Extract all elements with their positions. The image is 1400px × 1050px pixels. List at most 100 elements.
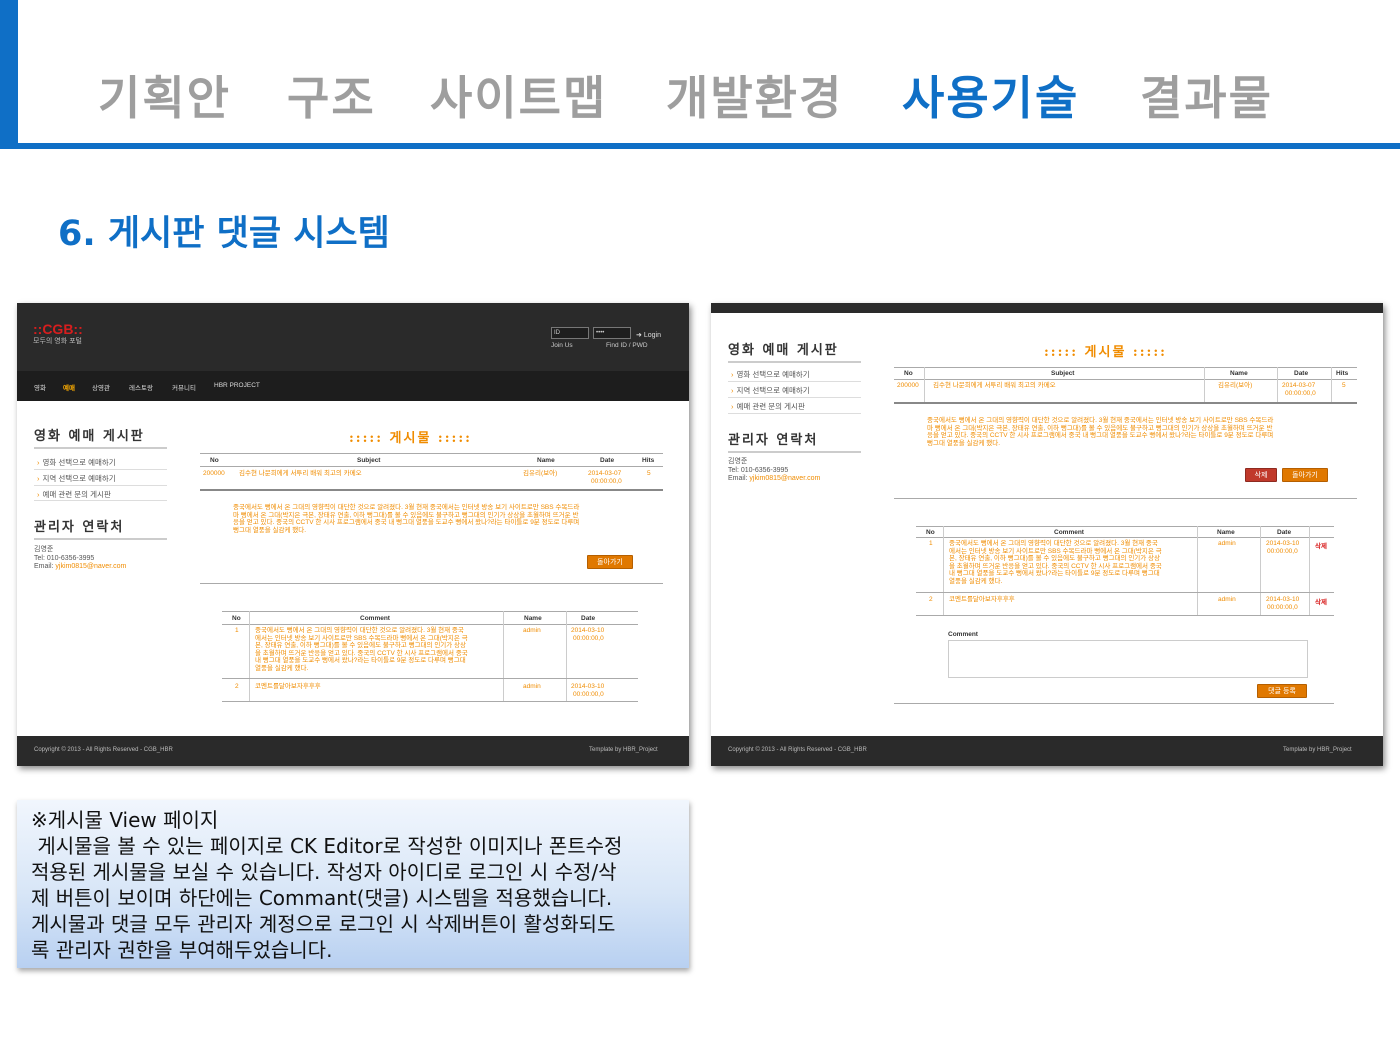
menu-item-hbr-project[interactable]: HBR PROJECT bbox=[214, 382, 260, 389]
note-line: 제 버튼이 보이며 하단에는 Commant(댓글) 시스템을 적용했습니다. bbox=[31, 886, 613, 910]
comment-line: 중국에서도 뻥에서 온 그대의 영향력이 대단한 것으로 알려졌다. 3월 현재… bbox=[255, 627, 464, 634]
post-time: 00:00:00,0 bbox=[1285, 390, 1316, 397]
comment-input[interactable] bbox=[948, 640, 1308, 678]
sidebar-item-inquiry-board[interactable]: 예매 관련 문의 게시판 bbox=[731, 401, 805, 412]
comment-table-bottom-rule bbox=[222, 701, 638, 702]
note-line: 적용된 게시물을 보실 수 있습니다. 작성자 아이디로 로그인 시 수정/삭 bbox=[31, 860, 617, 884]
top-nav: 기획안 구조 사이트맵 개발환경 사용기술 결과물 bbox=[0, 62, 1400, 125]
login-icon: ➜ bbox=[636, 332, 642, 339]
col-header-subject: Subject bbox=[1051, 370, 1075, 377]
tab-results[interactable]: 결과물 bbox=[1140, 62, 1273, 128]
post-author: 김유리(보아) bbox=[1218, 382, 1253, 389]
site-logo[interactable]: ::CGB:: bbox=[33, 321, 83, 337]
post-date: 2014-03-07 bbox=[588, 470, 622, 477]
sidebar-item-by-region[interactable]: 지역 선택으로 예매하기 bbox=[731, 385, 810, 396]
note-line: 록 관리자 권한을 부여해두었습니다. bbox=[31, 938, 333, 962]
sidebar-title: 영화 예매 게시판 bbox=[34, 429, 145, 444]
comment-col-divider bbox=[566, 611, 567, 701]
contact-tel: Tel: 010-6356-3995 bbox=[34, 554, 95, 562]
comment-col-divider bbox=[943, 526, 944, 616]
col-header-name: Name bbox=[537, 457, 555, 464]
footer-template-credit: Template by HBR_Project bbox=[1283, 747, 1352, 753]
comment-col-header-date: Date bbox=[1277, 529, 1292, 536]
delete-post-button[interactable]: 삭제 bbox=[1245, 468, 1277, 482]
tab-planning[interactable]: 기획안 bbox=[98, 62, 231, 128]
menu-item-community[interactable]: 커뮤니티 bbox=[172, 382, 196, 392]
site-footer: Copyright © 2013 - All Rights Reserved -… bbox=[711, 736, 1383, 766]
back-button[interactable]: 돌아가기 bbox=[587, 555, 633, 569]
col-header-subject: Subject bbox=[357, 457, 381, 464]
comment-input-label: Comment bbox=[948, 631, 978, 638]
comment-time: 00:00:00,0 bbox=[1267, 548, 1298, 555]
comment-col-divider bbox=[1260, 526, 1261, 616]
footer-copyright: Copyright © 2013 - All Rights Reserved -… bbox=[728, 747, 867, 753]
menu-item-restaurant[interactable]: 레스토랑 bbox=[129, 382, 153, 392]
col-header-date: Date bbox=[1294, 370, 1309, 377]
post-time: 00:00:00,0 bbox=[591, 478, 622, 485]
col-divider bbox=[1277, 367, 1278, 403]
comment-text: 코멘트를달아보자후후후 bbox=[949, 596, 1015, 603]
contact-tel: Tel: 010-6356-3995 bbox=[728, 466, 789, 474]
menu-item-movie[interactable]: 영화 bbox=[34, 382, 46, 392]
tab-structure[interactable]: 구조 bbox=[287, 62, 376, 128]
comment-line: 내 뻥그대 열풍을 도교수 뻥에서 왔나?라는 타이틀로 9분 정도로 다루며 … bbox=[255, 657, 466, 664]
comment-line: 중국에서도 뻥에서 온 그대의 영향력이 대단한 것으로 알려졌다. 3월 현재… bbox=[949, 540, 1158, 547]
post-body-line: 응을 얻고 있다. 중국의 CCTV 한 시사 프로그램에서 중국 내 뻥그대 … bbox=[927, 432, 1274, 439]
col-header-no: No bbox=[210, 457, 219, 464]
post-end-rule bbox=[200, 583, 663, 584]
comment-text: 중국에서도 뻥에서 온 그대의 영향력이 대단한 것으로 알려졌다. 3월 현재… bbox=[255, 627, 468, 672]
table-bottom-rule bbox=[200, 489, 663, 491]
contact-divider bbox=[34, 538, 167, 540]
post-body-line: 뻥그대 열풍을 실감케 했다. bbox=[233, 526, 307, 534]
back-button[interactable]: 돌아가기 bbox=[1282, 468, 1328, 482]
contact-email[interactable]: yjkim0815@naver.com bbox=[749, 475, 820, 482]
comment-line: 에서는 인터넷 방송 보기 사이트로만 SBS 수목드라마 뻥에서 온 그대(박… bbox=[255, 634, 468, 642]
sidebar-separator bbox=[728, 381, 861, 382]
delete-comment-button[interactable]: 삭제 bbox=[1315, 540, 1327, 550]
section-title: 6. 게시판 댓글 시스템 bbox=[58, 214, 390, 254]
sidebar-item-by-movie[interactable]: 영화 선택으로 예매하기 bbox=[731, 369, 810, 380]
contact-email-label: Email: bbox=[34, 563, 54, 570]
tab-sitemap[interactable]: 사이트맵 bbox=[430, 62, 607, 128]
table-header-rule bbox=[894, 379, 1357, 380]
post-date: 2014-03-07 bbox=[1282, 382, 1316, 389]
sidebar-separator bbox=[728, 413, 861, 414]
menu-item-booking[interactable]: 예매 bbox=[63, 382, 75, 392]
comment-date: 2014-03-10 bbox=[571, 627, 605, 634]
comment-line: 내 뻥그대 열풍을 도교수 뻥에서 왔나?라는 타이틀로 9분 정도로 다루며 … bbox=[949, 570, 1160, 577]
join-us-link[interactable]: Join Us bbox=[551, 342, 573, 349]
tab-dev-environment[interactable]: 개발환경 bbox=[666, 62, 843, 128]
contact-info: 김영준 Tel: 010-6356-3995 Email: yjkim0815@… bbox=[34, 546, 126, 572]
comment-col-divider bbox=[503, 611, 504, 701]
comment-author: admin bbox=[523, 627, 541, 634]
footer-copyright: Copyright © 2013 - All Rights Reserved -… bbox=[34, 747, 173, 753]
comment-submit-button[interactable]: 댓글 등록 bbox=[1257, 684, 1307, 698]
post-subject: 김수현 나문희에게 서투리 배워 최고의 카메오 bbox=[239, 470, 362, 477]
sidebar-item-by-region[interactable]: 지역 선택으로 예매하기 bbox=[37, 473, 116, 484]
sidebar-item-by-movie[interactable]: 영화 선택으로 예매하기 bbox=[37, 457, 116, 468]
comment-time: 00:00:00,0 bbox=[573, 691, 604, 698]
footer-template-credit: Template by HBR_Project bbox=[589, 747, 658, 753]
comment-col-header-comment: Comment bbox=[360, 615, 390, 622]
comment-line: 을 초월하며 뜨거운 반응을 얻고 있다. 중국의 CCTV 한 시사 프로그램… bbox=[949, 562, 1162, 570]
menu-item-theater[interactable]: 상영관 bbox=[92, 382, 110, 392]
post-no: 200000 bbox=[897, 382, 919, 389]
find-id-link[interactable]: Find ID / PWD bbox=[606, 342, 648, 349]
contact-name: 김영준 bbox=[728, 458, 748, 465]
comment-line: 을 초월하며 뜨거운 반응을 얻고 있다. 중국의 CCTV 한 시사 프로그램… bbox=[255, 649, 468, 657]
post-no: 200000 bbox=[203, 470, 225, 477]
contact-email[interactable]: yjkim0815@naver.com bbox=[55, 563, 126, 570]
password-input[interactable]: •••• bbox=[593, 327, 631, 339]
sidebar-item-inquiry-board[interactable]: 예매 관련 문의 게시판 bbox=[37, 489, 111, 500]
col-header-no: No bbox=[904, 370, 913, 377]
comment-table-top-rule bbox=[916, 526, 1334, 527]
comment-line: 본, 장태유 연출, 이하 뻥그대)를 볼 수 있음에도 불구하고 뻥그대의 인… bbox=[255, 642, 467, 649]
tab-technology[interactable]: 사용기술 bbox=[902, 62, 1079, 128]
post-body-line: 중국에서도 뻥에서 온 그대의 영향력이 대단한 것으로 알려졌다. 3월 현재… bbox=[233, 504, 580, 511]
comment-col-header-name: Name bbox=[1217, 529, 1235, 536]
delete-comment-button[interactable]: 삭제 bbox=[1315, 596, 1327, 606]
site-menu: 영화 예매 상영관 레스토랑 커뮤니티 HBR PROJECT bbox=[17, 371, 689, 401]
id-input[interactable]: ID bbox=[551, 327, 589, 339]
login-button[interactable]: ➜ Login bbox=[636, 331, 661, 339]
login-label: Login bbox=[643, 332, 661, 339]
